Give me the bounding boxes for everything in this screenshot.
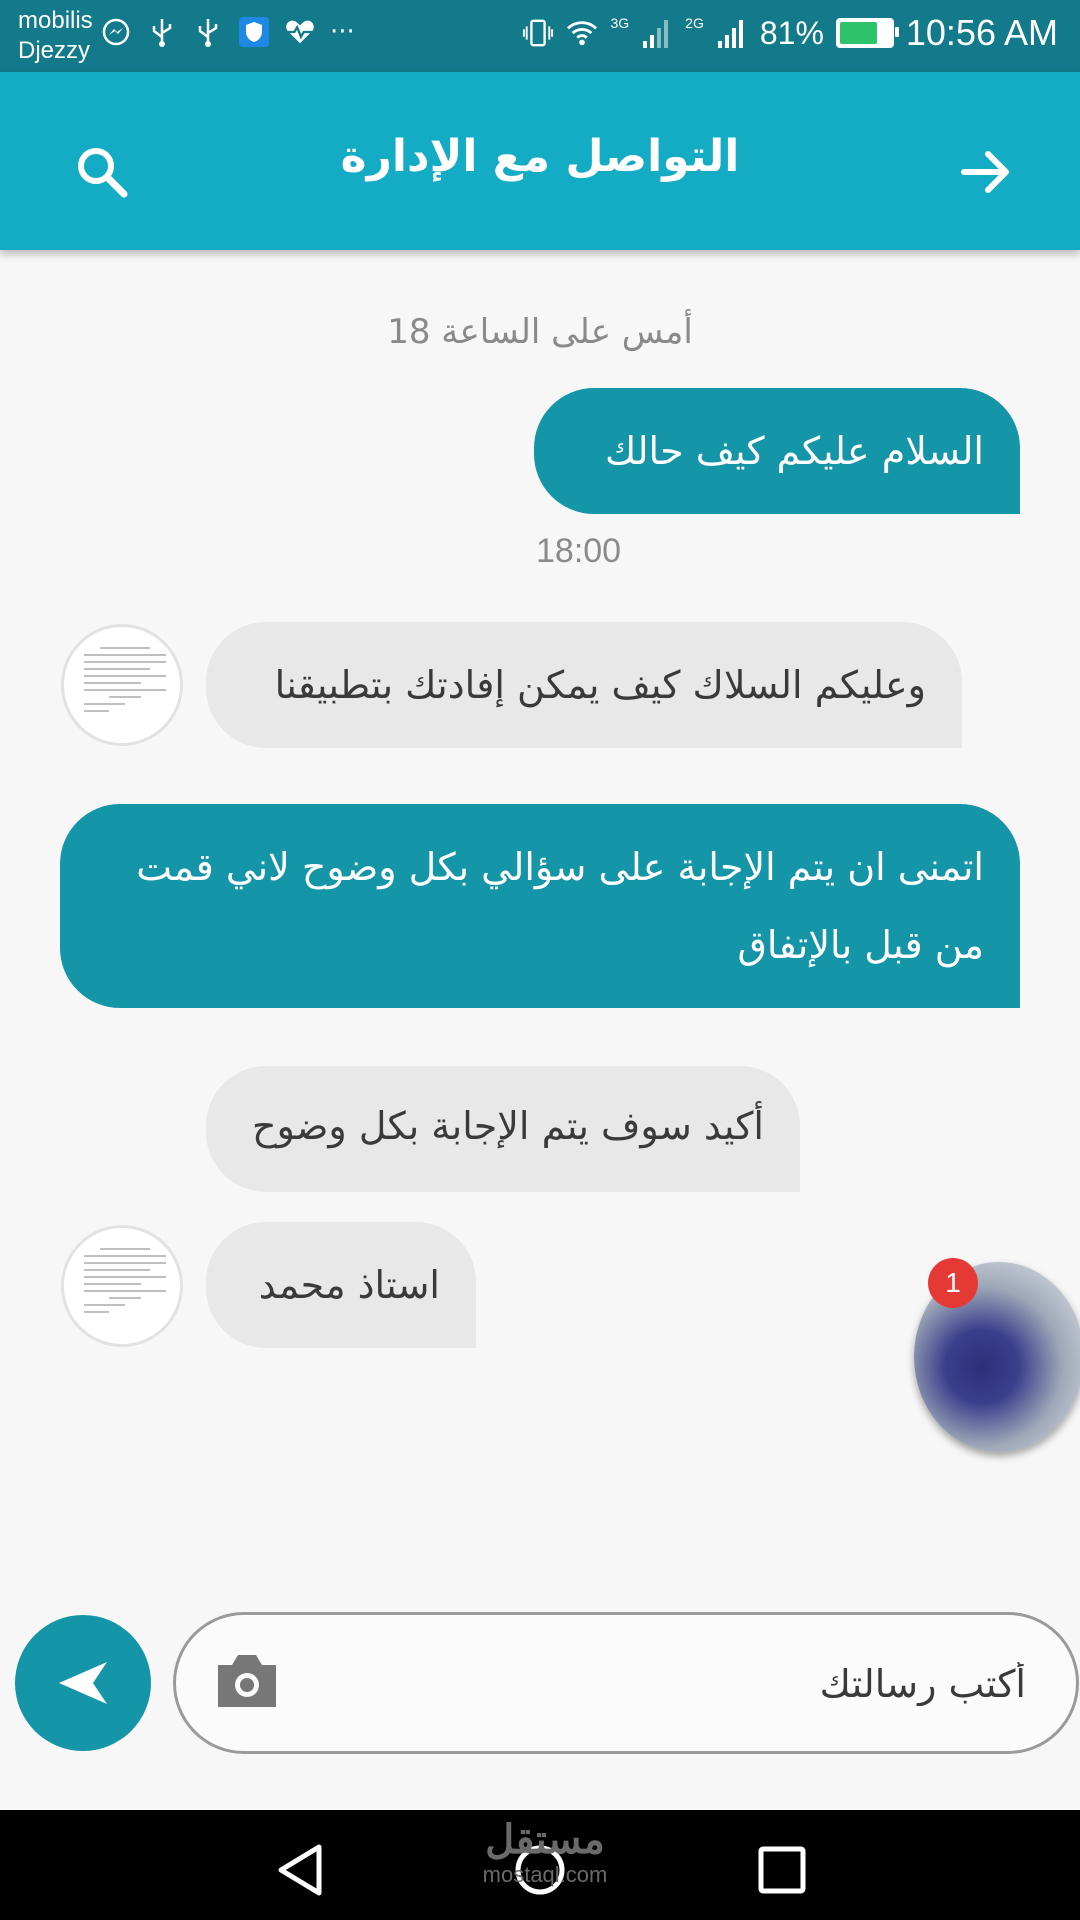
document-thumbnail xyxy=(84,647,166,717)
network-type-2: 2G xyxy=(685,15,704,31)
document-thumbnail xyxy=(84,1248,166,1318)
app-bar: التواصل مع الإدارة xyxy=(0,72,1080,250)
usb-icon xyxy=(192,16,224,48)
heart-rate-icon xyxy=(284,16,316,48)
message-bubble-incoming[interactable]: أكيد سوف يتم الإجابة بكل وضوح xyxy=(206,1066,800,1192)
message-input[interactable] xyxy=(344,1615,1028,1753)
message-bubble-incoming[interactable]: وعليكم السلاك كيف يمكن إفادتك بتطبيقنا xyxy=(206,622,962,748)
messenger-icon xyxy=(100,16,132,48)
battery-percent: 81% xyxy=(759,14,824,51)
message-bubble-incoming[interactable]: استاذ محمد xyxy=(206,1222,476,1348)
recent-apps-icon xyxy=(758,1846,806,1894)
send-button[interactable] xyxy=(15,1615,151,1751)
send-icon xyxy=(59,1662,107,1704)
vibrate-icon xyxy=(522,17,554,49)
camera-button[interactable] xyxy=(214,1651,280,1711)
carrier-1: mobilis xyxy=(18,7,93,34)
back-button[interactable] xyxy=(946,132,1026,212)
signal-icon xyxy=(716,17,748,49)
camera-icon xyxy=(218,1655,276,1707)
unread-badge: 1 xyxy=(928,1258,978,1308)
date-divider: أمس على الساعة 18 xyxy=(387,312,693,352)
message-text: اتمنى ان يتم الإجابة على سؤالي بكل وضوح … xyxy=(136,845,984,967)
signal-icon xyxy=(641,17,673,49)
notification-icons: ··· xyxy=(100,16,355,48)
shield-icon xyxy=(238,16,270,48)
status-bar: mobilis Djezzy ··· 3G 2G 81% 10:56 AM xyxy=(0,0,1080,72)
message-text: استاذ محمد xyxy=(258,1263,440,1307)
watermark: مستقل mostaql.com xyxy=(470,1818,620,1888)
usb-icon xyxy=(146,16,178,48)
message-bubble-outgoing[interactable]: اتمنى ان يتم الإجابة على سؤالي بكل وضوح … xyxy=(60,804,1020,1008)
message-text: وعليكم السلاك كيف يمكن إفادتك بتطبيقنا xyxy=(274,663,926,707)
page-title: التواصل مع الإدارة xyxy=(340,131,740,182)
clock: 10:56 AM xyxy=(905,12,1058,53)
message-time: 18:00 xyxy=(536,532,622,570)
watermark-arabic: مستقل xyxy=(485,1818,605,1862)
status-right: 3G 2G 81% 10:56 AM xyxy=(522,12,1058,54)
avatar[interactable] xyxy=(61,624,183,746)
network-type-1: 3G xyxy=(610,15,630,31)
message-text: السلام عليكم كيف حالك xyxy=(604,429,984,473)
avatar[interactable] xyxy=(61,1225,183,1347)
more-notifications: ··· xyxy=(330,17,355,47)
message-bubble-outgoing[interactable]: السلام عليكم كيف حالك xyxy=(534,388,1020,514)
back-triangle-icon xyxy=(278,1844,322,1896)
carrier-2: Djezzy xyxy=(18,37,91,64)
arrow-forward-icon xyxy=(961,151,1009,193)
wifi-icon xyxy=(566,17,598,49)
watermark-latin: mostaql.com xyxy=(482,1862,608,1887)
nav-back-button[interactable] xyxy=(270,1840,330,1900)
battery-charging-icon xyxy=(835,18,899,48)
message-text: أكيد سوف يتم الإجابة بكل وضوح xyxy=(251,1104,764,1148)
nav-recent-button[interactable] xyxy=(752,1840,812,1900)
carrier-labels: mobilis Djezzy xyxy=(18,6,93,66)
message-composer[interactable] xyxy=(173,1612,1079,1754)
